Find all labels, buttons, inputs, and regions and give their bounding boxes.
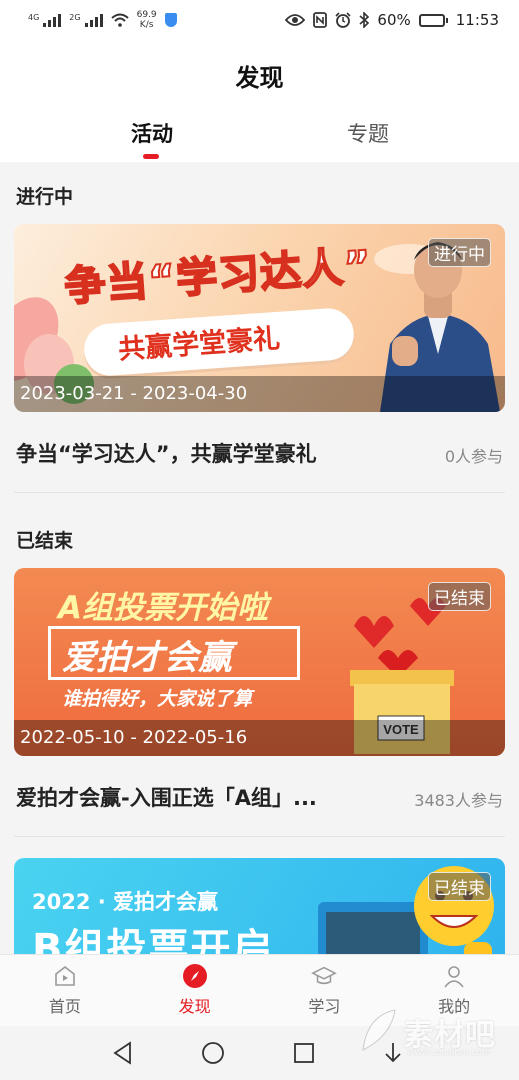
graduation-cap-icon <box>311 963 338 989</box>
status-left: 4G 2G 69.9 K/s <box>28 10 177 30</box>
wifi-icon <box>110 13 129 27</box>
shield-icon <box>164 13 177 27</box>
clock: 11:53 <box>455 11 499 29</box>
network-type-2: 2G <box>69 13 81 22</box>
status-bar: 4G 2G 69.9 K/s 60% 11:53 <box>0 0 519 40</box>
nfc-icon <box>313 12 328 28</box>
nav-home[interactable]: 首页 <box>0 955 130 1026</box>
page-title: 发现 <box>235 64 284 92</box>
date-range: 2022-05-10 - 2022-05-16 <box>14 720 505 756</box>
recents-icon[interactable] <box>291 1040 317 1066</box>
status-right: 60% 11:53 <box>285 11 499 29</box>
signal-icon-1: 4G <box>28 13 62 27</box>
battery-percent: 60% <box>377 11 411 29</box>
activity-list[interactable]: 进行中 争当“学习达人” 共赢学堂豪礼 进行中 2023-03-21 - 202… <box>0 162 519 954</box>
banner-subheadline: B组投票开启 <box>32 926 275 954</box>
home-circle-icon[interactable] <box>200 1040 226 1066</box>
activity-banner-ended-a[interactable]: A组投票开始啦 爱拍才会赢 谁拍得好，大家说了算 VOTE 已结束 2022-0… <box>14 568 505 756</box>
eye-icon <box>285 14 306 26</box>
banner-tagline: 谁拍得好，大家说了算 <box>62 688 253 710</box>
tab-bar: 活动 专题 <box>0 118 519 162</box>
activity-title[interactable]: 争当“学习达人”，共赢学堂豪礼 <box>16 438 394 468</box>
network-speed: 69.9 K/s <box>137 10 157 30</box>
nav-discover[interactable]: 发现 <box>130 955 260 1026</box>
active-tab-indicator <box>143 154 159 159</box>
date-range: 2023-03-21 - 2023-04-30 <box>14 376 505 412</box>
signal-icon-2: 2G <box>69 13 103 27</box>
alarm-icon <box>335 12 351 28</box>
nav-label: 首页 <box>48 997 81 1016</box>
tab-topics[interactable]: 专题 <box>308 118 428 148</box>
home-icon <box>52 963 78 989</box>
activity-title[interactable]: 爱拍才会赢-入围正选「A组」... <box>16 782 394 812</box>
participant-count: 3483人参与 <box>414 791 503 810</box>
nav-label: 学习 <box>308 997 341 1016</box>
tab-activities[interactable]: 活动 <box>92 118 212 148</box>
speed-value: 69.9 <box>136 10 157 20</box>
section-title-ended: 已结束 <box>16 530 74 552</box>
bluetooth-icon <box>359 12 370 28</box>
user-icon <box>441 963 467 989</box>
page-header: 发现 活动 专题 <box>0 40 519 162</box>
watermark-url: www.sucaibar.com <box>407 1048 491 1058</box>
speed-unit: K/s <box>139 20 154 30</box>
participant-count: 0人参与 <box>444 447 503 466</box>
banner-headline: A组投票开始啦 <box>58 590 268 626</box>
compass-icon <box>182 963 208 989</box>
banner-headline: 争当“学习达人” <box>62 240 375 311</box>
activity-banner-ended-b[interactable]: 2022 · 爱拍才会赢 B组投票开启 已结束 <box>14 858 505 954</box>
status-badge: 已结束 <box>428 872 491 901</box>
status-badge: 已结束 <box>428 582 491 611</box>
activity-banner-ongoing[interactable]: 争当“学习达人” 共赢学堂豪礼 进行中 2023-03-21 - 2023-04… <box>14 224 505 412</box>
network-type-1: 4G <box>28 13 40 22</box>
battery-icon <box>418 13 448 27</box>
watermark: 素材吧 www.sucaibar.com <box>357 1000 497 1070</box>
back-icon[interactable] <box>110 1040 136 1066</box>
watermark-logo-icon <box>362 1009 396 1051</box>
banner-headline: 2022 · 爱拍才会赢 <box>32 890 219 914</box>
divider <box>14 492 505 493</box>
status-badge: 进行中 <box>428 238 491 267</box>
banner-subheadline: 爱拍才会赢 <box>62 638 232 678</box>
section-title-ongoing: 进行中 <box>16 186 74 208</box>
divider <box>14 836 505 837</box>
nav-label: 发现 <box>178 997 211 1016</box>
